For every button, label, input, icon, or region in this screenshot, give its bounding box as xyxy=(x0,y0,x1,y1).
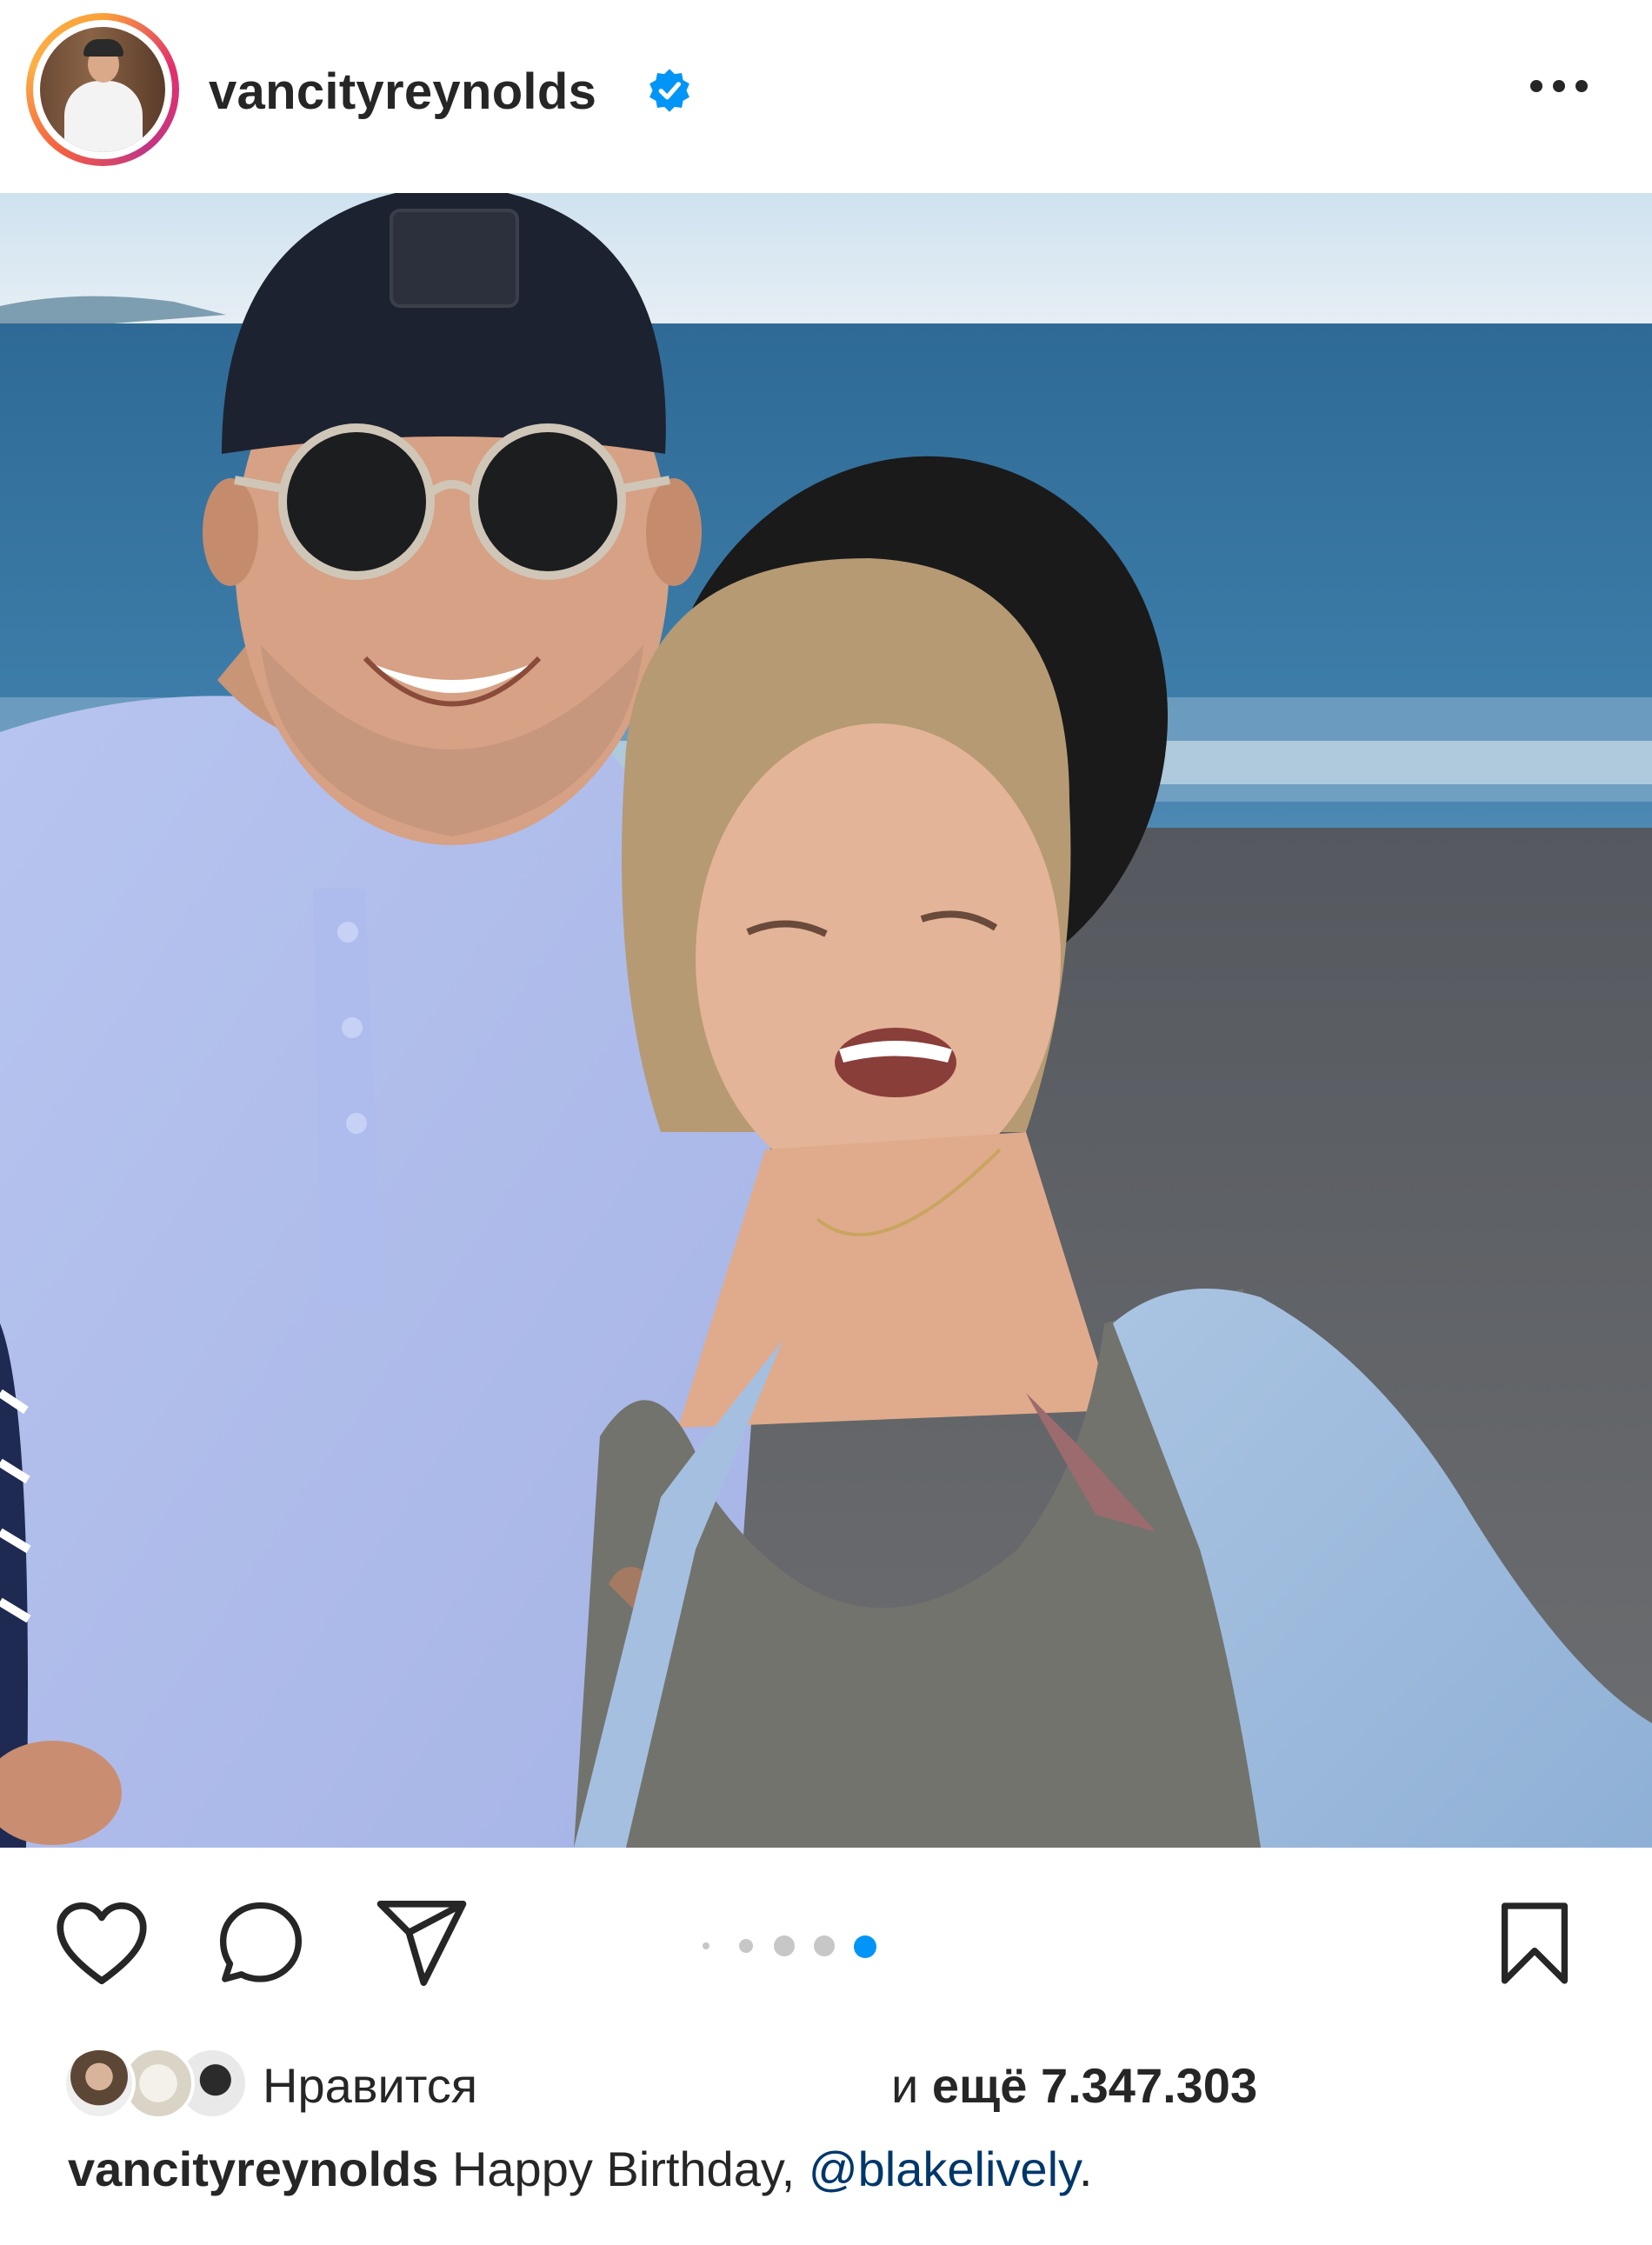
carousel-dot xyxy=(774,1935,795,1956)
liker-avatar xyxy=(63,2047,136,2120)
caption-end: . xyxy=(1078,2142,1093,2196)
more-horizontal-icon[interactable] xyxy=(1530,80,1591,101)
likes-number: 7.347.303 xyxy=(1040,2058,1258,2113)
likes-row[interactable]: Нравится и ещё 7.347.303 xyxy=(0,2035,1652,2130)
caption-username[interactable]: vancityreynolds xyxy=(68,2142,438,2196)
carousel-dot xyxy=(814,1935,835,1956)
carousel-dot-active xyxy=(854,1935,876,1958)
avatar-shirt xyxy=(64,81,143,152)
post-header: vancityreynolds xyxy=(0,0,1652,193)
post-caption: vancityreynolds Happy Birthday, @blakeli… xyxy=(68,2141,1092,2197)
avatar xyxy=(40,27,165,152)
likes-label: Нравится xyxy=(263,2058,478,2113)
avatar-cap xyxy=(83,39,123,57)
likes-more-word: ещё xyxy=(931,2058,1028,2113)
caption-mention[interactable]: @blakelively xyxy=(809,2142,1079,2196)
carousel-dot xyxy=(739,1939,753,1953)
verified-badge-icon xyxy=(649,69,689,112)
likes-prefix: и xyxy=(891,2058,919,2113)
story-ring-avatar[interactable] xyxy=(26,13,179,166)
caption-text: Happy Birthday, xyxy=(451,2142,796,2196)
avatar-border xyxy=(33,20,172,159)
post-photo[interactable] xyxy=(0,193,1652,1848)
likes-count[interactable]: и ещё 7.347.303 xyxy=(891,2057,1257,2114)
post-author-username[interactable]: vancityreynolds xyxy=(209,63,596,121)
carousel-dot xyxy=(703,1942,709,1949)
carousel-indicator xyxy=(0,1929,1652,1963)
